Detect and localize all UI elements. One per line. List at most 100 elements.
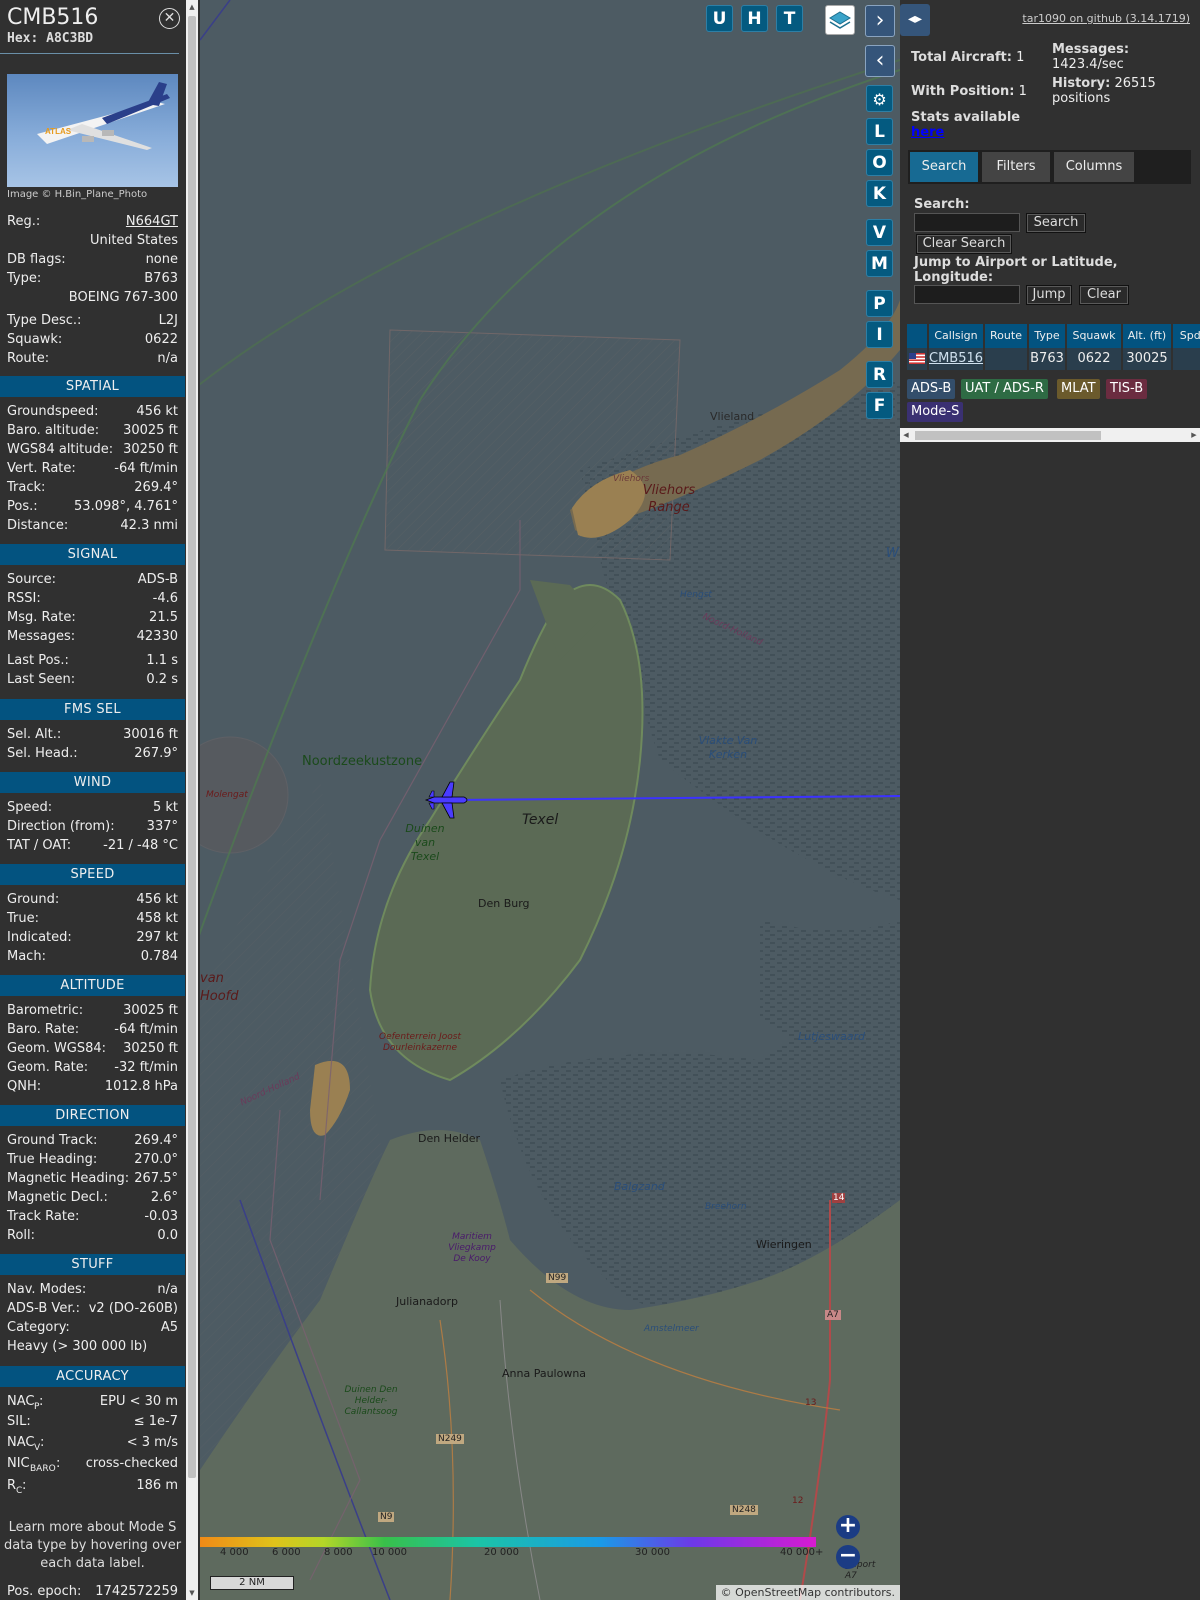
- info-label[interactable]: Baro. Rate:: [7, 1020, 79, 1039]
- info-label[interactable]: Mach:: [7, 947, 46, 966]
- table-cell-alt[interactable]: 30025: [1123, 348, 1173, 370]
- info-label[interactable]: QNH:: [7, 1077, 41, 1096]
- github-link[interactable]: tar1090 on github (3.14.1719): [1022, 12, 1190, 25]
- map-view[interactable]: Vlieland Vliehors Vliehors Range Hengst …: [200, 0, 900, 1600]
- scroll-thumb[interactable]: [188, 16, 196, 1478]
- info-label[interactable]: Messages:: [7, 627, 75, 646]
- button-v[interactable]: V: [866, 219, 893, 246]
- badge-mlat[interactable]: MLAT: [1057, 379, 1100, 399]
- info-label[interactable]: Magnetic Decl.:: [7, 1188, 108, 1207]
- chevron-right-icon[interactable]: ›: [865, 5, 895, 37]
- close-icon[interactable]: ✕: [159, 8, 180, 29]
- info-label[interactable]: Vert. Rate:: [7, 459, 76, 478]
- button-p[interactable]: P: [866, 290, 893, 317]
- table-header-callsign[interactable]: Callsign: [929, 324, 985, 348]
- info-label[interactable]: Last Seen:: [7, 670, 75, 689]
- info-label[interactable]: Groundspeed:: [7, 402, 98, 421]
- info-label[interactable]: Speed:: [7, 798, 52, 817]
- info-label[interactable]: Sel. Head.:: [7, 744, 78, 763]
- button-t[interactable]: T: [776, 5, 803, 32]
- button-f[interactable]: F: [866, 392, 893, 419]
- info-label[interactable]: RSSI:: [7, 589, 41, 608]
- scroll-left-arrow-icon[interactable]: ◀: [900, 428, 912, 442]
- button-r[interactable]: R: [866, 361, 893, 388]
- registration-link[interactable]: N664GT: [126, 212, 178, 231]
- layers-icon[interactable]: [825, 5, 855, 35]
- info-label[interactable]: NAC: [7, 1392, 34, 1411]
- info-label[interactable]: True:: [7, 909, 39, 928]
- info-label[interactable]: SIL:: [7, 1412, 31, 1431]
- button-h[interactable]: H: [741, 5, 768, 32]
- jump-button[interactable]: Jump: [1026, 285, 1072, 305]
- panel-toggle-icon[interactable]: ◂▸: [900, 4, 930, 36]
- info-label[interactable]: Nav. Modes:: [7, 1280, 86, 1299]
- table-horizontal-scrollbar[interactable]: ◀ ▶: [900, 428, 1200, 442]
- button-i[interactable]: I: [866, 321, 893, 348]
- info-label[interactable]: Source:: [7, 570, 56, 589]
- hscroll-thumb[interactable]: [915, 431, 1101, 440]
- info-label[interactable]: Distance:: [7, 516, 68, 535]
- scroll-down-arrow-icon[interactable]: ▼: [186, 1586, 198, 1600]
- info-label[interactable]: R: [7, 1476, 16, 1495]
- info-label[interactable]: Msg. Rate:: [7, 608, 76, 627]
- info-label[interactable]: True Heading:: [7, 1150, 97, 1169]
- table-cell-squawk[interactable]: 0622: [1067, 348, 1123, 370]
- table-row-flag-icon[interactable]: [907, 348, 929, 370]
- info-label[interactable]: NIC: [7, 1454, 30, 1473]
- stats-link[interactable]: here: [911, 125, 944, 140]
- info-label[interactable]: Category:: [7, 1318, 70, 1337]
- badge-modes[interactable]: Mode-S: [907, 402, 964, 422]
- info-label[interactable]: Pos.:: [7, 497, 38, 516]
- table-header-squawk[interactable]: Squawk: [1067, 324, 1123, 348]
- table-cell-route[interactable]: [985, 348, 1029, 370]
- button-m[interactable]: M: [866, 250, 893, 277]
- badge-uat[interactable]: UAT / ADS-R: [961, 379, 1048, 399]
- info-label[interactable]: Track:: [7, 478, 45, 497]
- info-scrollbar[interactable]: ▲ ▼: [186, 0, 198, 1600]
- settings-gear-icon[interactable]: ⚙: [866, 85, 893, 112]
- search-input[interactable]: [914, 213, 1020, 232]
- table-header-route[interactable]: Route: [985, 324, 1029, 348]
- aircraft-marker-icon[interactable]: [424, 780, 470, 820]
- info-label[interactable]: Direction (from):: [7, 817, 115, 836]
- search-button[interactable]: Search: [1026, 213, 1086, 233]
- info-label[interactable]: Indicated:: [7, 928, 72, 947]
- button-k[interactable]: K: [866, 180, 893, 207]
- info-label[interactable]: WGS84 altitude:: [7, 440, 113, 459]
- info-label[interactable]: Barometric:: [7, 1001, 83, 1020]
- info-label[interactable]: Track Rate:: [7, 1207, 79, 1226]
- table-header-spd[interactable]: Spd.: [1173, 324, 1200, 348]
- button-u[interactable]: U: [706, 5, 733, 32]
- zoom-in-icon[interactable]: +: [836, 1515, 860, 1539]
- scroll-up-arrow-icon[interactable]: ▲: [186, 0, 198, 14]
- table-header-alt[interactable]: Alt. (ft): [1123, 324, 1173, 348]
- info-label[interactable]: Geom. Rate:: [7, 1058, 88, 1077]
- info-label[interactable]: Last Pos.:: [7, 651, 69, 670]
- chevron-left-icon[interactable]: ‹: [865, 45, 895, 77]
- info-label[interactable]: TAT / OAT:: [7, 836, 71, 855]
- aircraft-photo[interactable]: ATLAS: [7, 74, 178, 187]
- tab-columns[interactable]: Columns: [1054, 152, 1134, 182]
- info-label[interactable]: Ground:: [7, 890, 59, 909]
- badge-tisb[interactable]: TIS-B: [1106, 379, 1148, 399]
- info-label[interactable]: Baro. altitude:: [7, 421, 99, 440]
- tab-search[interactable]: Search: [910, 152, 978, 182]
- badge-adsb[interactable]: ADS-B: [907, 379, 956, 399]
- jump-input[interactable]: [914, 285, 1020, 304]
- info-label[interactable]: Magnetic Heading:: [7, 1169, 129, 1188]
- info-label[interactable]: Roll:: [7, 1226, 35, 1245]
- map-attribution[interactable]: © OpenStreetMap contributors.: [715, 1585, 900, 1600]
- info-label[interactable]: Geom. WGS84:: [7, 1039, 106, 1058]
- table-cell-type[interactable]: B763: [1029, 348, 1067, 370]
- info-label[interactable]: Sel. Alt.:: [7, 725, 61, 744]
- table-cell-callsign[interactable]: CMB516: [929, 348, 985, 370]
- info-label[interactable]: Ground Track:: [7, 1131, 97, 1150]
- table-header-type[interactable]: Type: [1029, 324, 1067, 348]
- button-l[interactable]: L: [866, 118, 893, 145]
- clear-button[interactable]: Clear: [1079, 285, 1129, 305]
- table-cell-spd[interactable]: [1173, 348, 1200, 370]
- info-label[interactable]: Heavy (> 300 000 lb): [7, 1337, 147, 1356]
- button-o[interactable]: O: [866, 149, 893, 176]
- info-label[interactable]: ADS-B Ver.:: [7, 1299, 80, 1318]
- info-label[interactable]: NAC: [7, 1433, 34, 1452]
